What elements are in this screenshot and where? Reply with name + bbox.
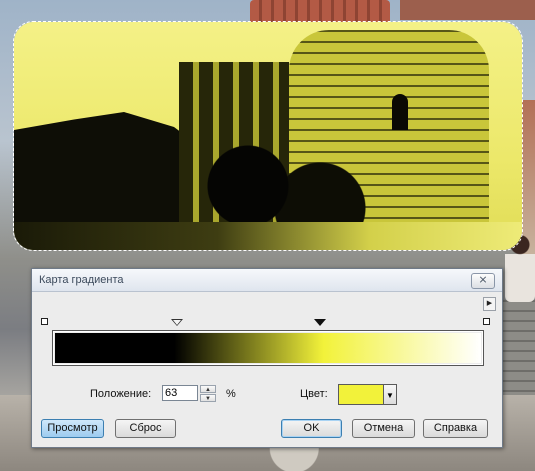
start-stop-handle[interactable] — [41, 318, 48, 325]
close-button[interactable]: ⨯ — [471, 273, 495, 289]
dialog-title: Карта градиента — [39, 274, 124, 286]
roof-tiles-right — [400, 0, 535, 20]
reset-button[interactable]: Сброс — [115, 419, 176, 438]
stone-wall — [500, 300, 535, 410]
position-input[interactable] — [162, 385, 198, 401]
selection-shore — [14, 222, 522, 250]
color-dropdown-arrow-icon[interactable]: ▼ — [384, 384, 397, 405]
gradient-mapped-selection — [14, 22, 522, 250]
spin-down-icon[interactable]: ▼ — [200, 394, 216, 402]
color-label: Цвет: — [300, 388, 328, 400]
gradient-map-dialog: Карта градиента ⨯ ▶ Положение: ▲ ▼ % Цве… — [31, 268, 503, 448]
color-swatch[interactable] — [338, 384, 384, 405]
preview-button[interactable]: Просмотр — [41, 419, 104, 438]
dialog-titlebar[interactable]: Карта градиента ⨯ — [32, 269, 502, 292]
spin-up-icon[interactable]: ▲ — [200, 385, 216, 393]
end-stop-handle[interactable] — [483, 318, 490, 325]
help-button[interactable]: Справка — [423, 419, 488, 438]
percent-label: % — [226, 388, 236, 400]
gradient-preview-bar[interactable] — [52, 330, 484, 366]
cancel-button[interactable]: Отмена — [352, 419, 415, 438]
gradient-fill — [55, 333, 481, 363]
selection-tower-window — [392, 94, 408, 130]
midpoint-marker-icon[interactable] — [171, 319, 183, 326]
flyout-menu-button[interactable]: ▶ — [483, 297, 496, 311]
position-spinner[interactable]: ▲ ▼ — [200, 385, 216, 403]
position-label: Положение: — [90, 388, 152, 400]
color-stop-marker-icon[interactable] — [314, 319, 326, 326]
ok-button[interactable]: OK — [281, 419, 342, 438]
